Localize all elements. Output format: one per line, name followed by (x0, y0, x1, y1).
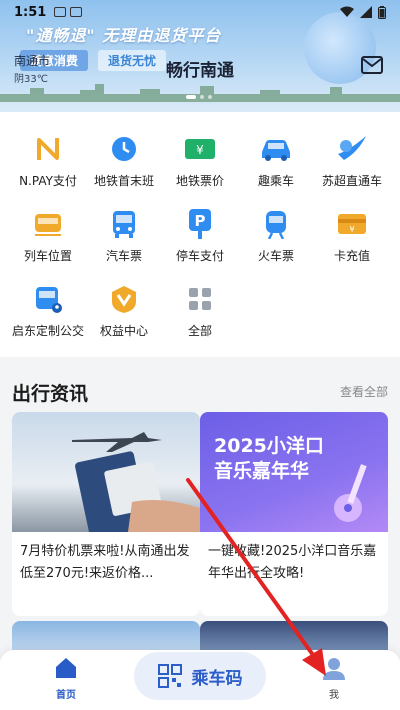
news-image-airplane (12, 412, 200, 532)
service-label: 地铁票价 (175, 174, 224, 188)
nav-me[interactable]: 我 (310, 656, 358, 701)
service-label: N.PAY支付 (19, 174, 77, 188)
nav-home[interactable]: 首页 (42, 656, 90, 701)
news-title: 出行资讯 (12, 383, 89, 405)
service-all[interactable]: 全部 (160, 282, 240, 339)
bus-icon (107, 207, 141, 241)
view-all-link[interactable]: 查看全部 (340, 383, 388, 400)
news-card[interactable]: 2025小洋口 音乐嘉年华 一键收藏!2025小洋口音乐嘉年华出行全攻略! (200, 412, 388, 616)
battery-icon (378, 5, 386, 19)
ride-code-label: 乘车码 (191, 668, 243, 689)
service-coach-ticket[interactable]: 汽车票 (84, 207, 164, 264)
service-label: 地铁首末班 (93, 174, 154, 188)
service-suchao[interactable]: 苏超直通车 (312, 132, 392, 189)
banner-pagination (186, 95, 212, 99)
news-card-text: 一键收藏!2025小洋口音乐嘉年华出行全攻略! (208, 544, 377, 581)
service-label: 趣乘车 (257, 174, 294, 188)
service-custom-bus[interactable]: 启东定制公交 (8, 282, 88, 339)
news-card-text: 7月特价机票来啦!从南通出发低至270元!来返价格... (20, 544, 190, 581)
ride-code-button[interactable]: 乘车码 (134, 652, 266, 700)
service-label: 火车票 (257, 249, 294, 263)
service-label: 权益中心 (99, 324, 148, 338)
user-icon (323, 658, 345, 680)
wifi-icon (340, 6, 354, 17)
service-label: 停车支付 (175, 249, 224, 263)
service-card-recharge[interactable]: ¥ 卡充值 (312, 207, 392, 264)
grid-icon (183, 282, 217, 316)
qr-code-icon (157, 664, 182, 688)
clock-icon (107, 132, 141, 166)
svg-text:¥: ¥ (196, 143, 204, 157)
service-label: 启东定制公交 (11, 324, 84, 338)
svg-text:¥: ¥ (349, 225, 354, 234)
service-npay[interactable]: N.PAY支付 (8, 132, 88, 189)
custom-bus-icon (31, 282, 65, 316)
news-image-title: 2025小洋口 音乐嘉年华 (214, 435, 324, 482)
card-icon: ¥ (335, 207, 369, 241)
news-image-festival: 2025小洋口 音乐嘉年华 (200, 412, 388, 532)
service-railway-ticket[interactable]: 火车票 (236, 207, 316, 264)
service-label: 苏超直通车 (321, 174, 382, 188)
notification-icons (54, 7, 83, 17)
service-metro-fare[interactable]: ¥ 地铁票价 (160, 132, 240, 189)
banner-slogan: "通畅退" 无理由退货平台 (26, 26, 222, 45)
parking-icon: P (183, 207, 217, 241)
home-icon (56, 658, 76, 678)
service-benefit-center[interactable]: 权益中心 (84, 282, 164, 339)
benefit-icon (107, 282, 141, 316)
news-card[interactable]: 7月特价机票来啦!从南通出发低至270元!来返价格... (12, 412, 200, 616)
status-indicators (340, 5, 386, 19)
service-label: 汽车票 (105, 249, 142, 263)
service-grid: N.PAY支付 地铁首末班 ¥ 地铁票价 趣乘车 苏超直通车 列车位置 汽车票 … (0, 112, 400, 357)
soccer-icon (335, 132, 369, 166)
service-label: 全部 (187, 324, 212, 338)
status-time: 1:51 (14, 4, 47, 20)
signal-icon (360, 6, 372, 18)
npay-icon (31, 132, 65, 166)
railway-icon (259, 207, 293, 241)
car-icon (259, 132, 293, 166)
ticket-icon: ¥ (183, 132, 217, 166)
service-label: 列车位置 (23, 249, 72, 263)
service-train-position[interactable]: 列车位置 (8, 207, 88, 264)
page-title: 畅行南通 (166, 61, 234, 81)
nav-me-label: 我 (329, 690, 339, 701)
message-icon[interactable] (360, 55, 384, 75)
svg-text:P: P (195, 212, 206, 230)
status-bar: 1:51 (0, 0, 400, 24)
service-parking-pay[interactable]: P 停车支付 (160, 207, 240, 264)
service-metro-schedule[interactable]: 地铁首末班 (84, 132, 164, 189)
train-icon (31, 207, 65, 241)
nav-home-label: 首页 (56, 690, 76, 701)
service-fun-ride[interactable]: 趣乘车 (236, 132, 316, 189)
service-label: 卡充值 (333, 249, 370, 263)
